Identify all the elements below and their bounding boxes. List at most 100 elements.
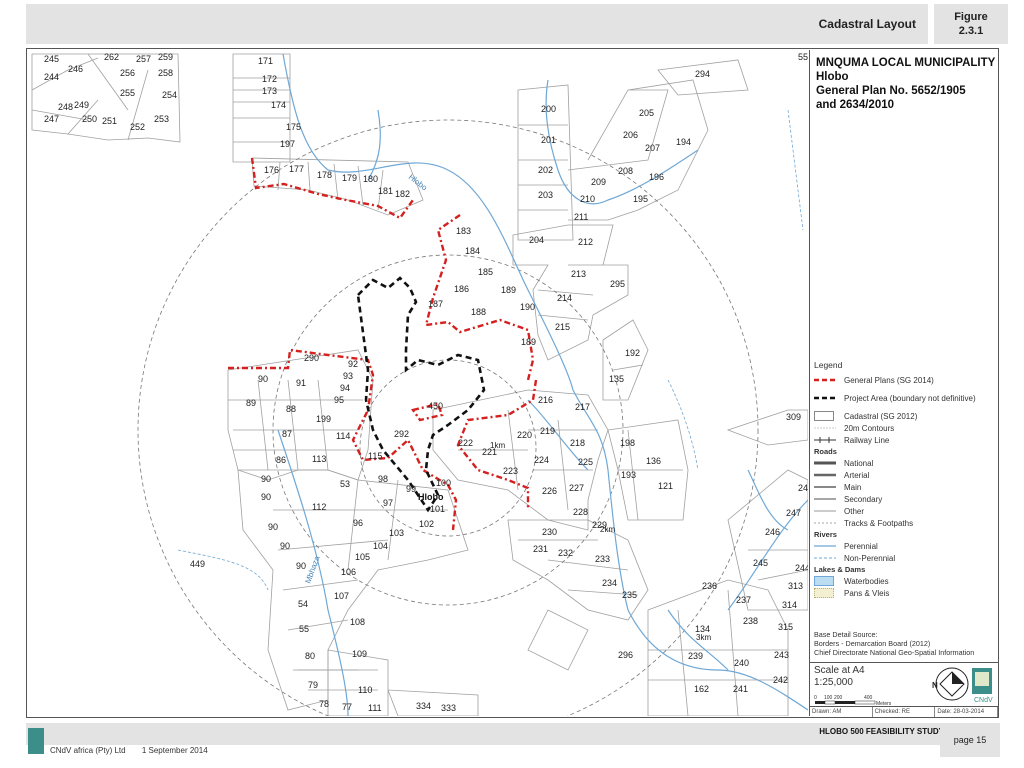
parcel-number-223: 223 bbox=[503, 466, 518, 476]
parcel-number-232: 232 bbox=[558, 548, 573, 558]
parcel-number-250: 250 bbox=[82, 114, 97, 124]
parcel-number-294: 294 bbox=[695, 69, 710, 79]
legend: Legend General Plans (SG 2014) Project A… bbox=[814, 360, 996, 599]
parcel-number-104: 104 bbox=[373, 541, 388, 551]
road-secondary-symbol bbox=[814, 498, 836, 500]
scale-tick-100: 100 bbox=[824, 695, 833, 701]
parcel-number-295: 295 bbox=[610, 279, 625, 289]
parcel-number-189: 189 bbox=[521, 337, 536, 347]
parcel-number-79: 79 bbox=[308, 680, 318, 690]
cndv-logo-icon: CNdV bbox=[972, 668, 993, 704]
parcel-number-113: 113 bbox=[312, 454, 326, 464]
parcel-labels: 245 262 257 259246244 256 258255 254248 249247 2… bbox=[44, 52, 808, 713]
legend-road-arterial-label: Arterial bbox=[844, 470, 870, 480]
source-line-3: Chief Directorate National Geo-Spatial I… bbox=[814, 648, 975, 657]
legend-road-main-label: Main bbox=[844, 482, 862, 492]
parcel-number-54: 54 bbox=[298, 599, 308, 609]
parcel-number-89: 89 bbox=[246, 398, 256, 408]
parcel-number-243: 243 bbox=[774, 650, 789, 660]
parcel-number-207: 207 bbox=[645, 143, 660, 153]
legend-road-arterial: Arterial bbox=[814, 469, 996, 481]
parcel-number-230: 230 bbox=[542, 527, 557, 537]
parcel-number-86: 86 bbox=[276, 455, 286, 465]
parcel-number-212: 212 bbox=[578, 237, 593, 247]
parcel-number-248: 248 bbox=[58, 102, 73, 112]
parcel-number-224: 224 bbox=[534, 455, 549, 465]
parcel-number-90: 90 bbox=[261, 492, 271, 502]
legend-panel: MNQUMA LOCAL MUNICIPALITY Hlobo General … bbox=[809, 50, 999, 717]
parcel-number-108: 108 bbox=[350, 617, 365, 627]
parcel-number-219: 219 bbox=[540, 426, 555, 436]
parcel-number-237: 237 bbox=[736, 595, 751, 605]
legend-road-tracks: Tracks & Footpaths bbox=[814, 517, 996, 529]
parcel-number-209: 209 bbox=[591, 177, 606, 187]
company-name: CNdV africa (Pty) Ltd bbox=[50, 746, 126, 755]
parcel-number-248: 248 bbox=[798, 483, 808, 493]
parcel-number-111: 111 bbox=[368, 703, 382, 713]
drawn-by: Drawn: AM bbox=[810, 707, 873, 717]
parcel-number-115: 115 bbox=[368, 451, 382, 461]
page-title: Cadastral Layout bbox=[818, 17, 916, 31]
legend-road-other-label: Other bbox=[844, 506, 865, 516]
legend-waterbodies-label: Waterbodies bbox=[844, 576, 889, 586]
parcel-number-109: 109 bbox=[352, 649, 367, 659]
parcel-number-77: 77 bbox=[342, 702, 352, 712]
parcel-number-186: 186 bbox=[454, 284, 469, 294]
parcel-number-247: 247 bbox=[786, 508, 801, 518]
legend-road-secondary-label: Secondary bbox=[844, 494, 883, 504]
river-label-hlobo: Hlobo bbox=[407, 172, 429, 192]
legend-road-secondary: Secondary bbox=[814, 493, 996, 505]
cadastral-box-symbol bbox=[814, 411, 834, 421]
parcel-number-208: 208 bbox=[618, 166, 633, 176]
parcel-number-93: 93 bbox=[343, 371, 353, 381]
figure-number: 2.3.1 bbox=[958, 25, 984, 37]
parcel-number-100: 100 bbox=[436, 478, 451, 488]
parcel-number-334: 334 bbox=[416, 701, 431, 711]
parcel-number-107: 107 bbox=[334, 591, 349, 601]
parcel-number-215: 215 bbox=[555, 322, 570, 332]
parcel-number-450: 450 bbox=[428, 401, 443, 411]
parcel-number-53: 53 bbox=[340, 479, 350, 489]
contour-symbol bbox=[814, 427, 836, 429]
parcel-number-180: 180 bbox=[363, 174, 378, 184]
parcel-number-96: 96 bbox=[353, 518, 363, 528]
logo-text: CNdV bbox=[974, 697, 993, 704]
parcel-number-259: 259 bbox=[158, 52, 173, 62]
parcel-number-162: 162 bbox=[694, 684, 709, 694]
source-note: Base Detail Source: Borders - Demarcatio… bbox=[814, 630, 974, 657]
parcel-number-175: 175 bbox=[286, 122, 301, 132]
scale-ratio: 1:25,000 bbox=[814, 677, 853, 688]
parcel-number-225: 225 bbox=[578, 457, 593, 467]
parcel-number-234: 234 bbox=[602, 578, 617, 588]
scale-tick-400: 400 bbox=[864, 695, 873, 701]
parcel-number-99: 99 bbox=[406, 484, 416, 494]
ring-label-1km: 1km bbox=[490, 441, 505, 450]
company-logo-icon bbox=[28, 728, 44, 754]
checked-by: Checked: RE bbox=[873, 707, 936, 717]
legend-railway-label: Railway Line bbox=[844, 435, 890, 445]
parcel-number-92: 92 bbox=[348, 359, 358, 369]
parcel-number-238: 238 bbox=[743, 616, 758, 626]
parcel-number-176: 176 bbox=[264, 165, 279, 175]
parcel-number-179: 179 bbox=[342, 173, 357, 183]
legend-cadastral: Cadastral (SG 2012) bbox=[814, 410, 996, 422]
parcel-number-193: 193 bbox=[621, 470, 636, 480]
cadastral-map: 245 262 257 259246244 256 258255 254248 249247 2… bbox=[31, 52, 808, 716]
parcel-number-222: 222 bbox=[458, 438, 473, 448]
red-dash-symbol bbox=[814, 378, 836, 382]
parcel-number-231: 231 bbox=[533, 544, 548, 554]
parcel-number-333: 333 bbox=[441, 703, 456, 713]
parcel-number-90: 90 bbox=[261, 474, 271, 484]
parcel-number-121: 121 bbox=[658, 481, 673, 491]
figure-label: Figure 2.3.1 bbox=[934, 4, 1008, 44]
parcel-number-244: 244 bbox=[44, 72, 59, 82]
parcel-number-55: 55 bbox=[299, 624, 309, 634]
parcel-number-195: 195 bbox=[633, 194, 648, 204]
parcel-number-197: 197 bbox=[280, 139, 295, 149]
parcel-number-210: 210 bbox=[580, 194, 595, 204]
company-line: CNdV africa (Pty) Ltd 1 September 2014 bbox=[50, 746, 222, 755]
parcel-number-90: 90 bbox=[268, 522, 278, 532]
north-arrow-icon: N bbox=[932, 667, 969, 701]
north-arrow-and-logo: N CNdV bbox=[932, 667, 993, 704]
source-line-2: Borders - Demarcation Board (2012) bbox=[814, 639, 931, 648]
